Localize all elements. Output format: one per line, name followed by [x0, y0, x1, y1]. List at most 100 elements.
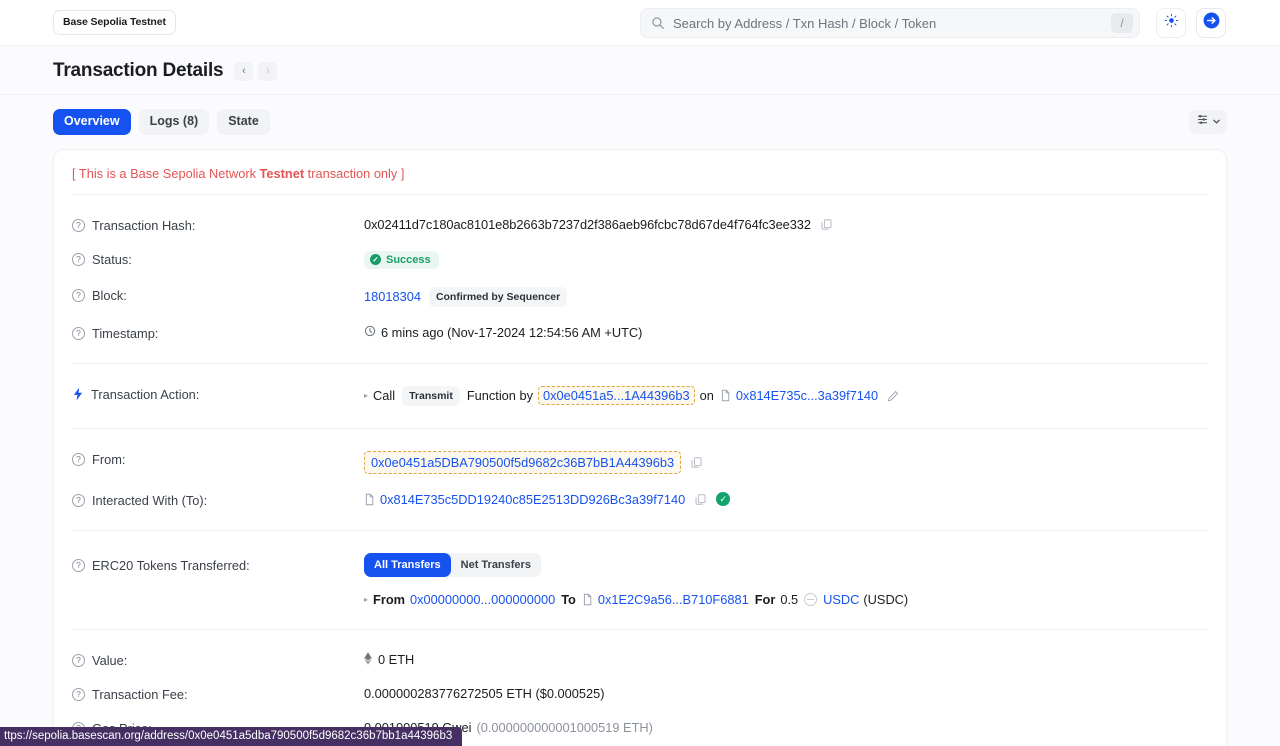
transaction-overview-card: [ This is a Base Sepolia Network Testnet…	[53, 148, 1227, 746]
transfer-token-symbol: (USDC)	[863, 591, 909, 607]
slash-shortcut-key: /	[1111, 13, 1133, 33]
row-label-timestamp: ? Timestamp:	[72, 325, 364, 341]
notice-divider	[72, 193, 1208, 195]
sign-in-button[interactable]	[1196, 8, 1226, 38]
help-icon[interactable]: ?	[72, 288, 85, 302]
testnet-notice: [ This is a Base Sepolia Network Testnet…	[54, 166, 1226, 181]
help-icon[interactable]: ?	[72, 218, 85, 232]
row-status: ? Status: ✓ Success	[54, 242, 1226, 278]
page-header: Transaction Details ‹ ›	[0, 46, 1280, 94]
tab-overview[interactable]: Overview	[53, 109, 131, 135]
row-timestamp: ? Timestamp: 6 mins ago (Nov-17-2024 12:…	[54, 316, 1226, 350]
label-text: Value:	[92, 652, 128, 668]
label-text: Status:	[92, 251, 132, 267]
row-value-interacted-with: 0x814E735c5DD19240c85E2513DD926Bc3a39f71…	[364, 492, 731, 507]
edit-pencil-icon[interactable]	[887, 390, 899, 402]
next-transaction-button[interactable]: ›	[258, 61, 278, 81]
transfer-token-link[interactable]: USDC	[823, 592, 859, 607]
erc20-transfers-body: All Transfers Net Transfers ▸ From 0x000…	[364, 552, 908, 607]
transfer-to-address-link[interactable]: 0x1E2C9a56...B710F6881	[598, 592, 749, 607]
row-from: ? From: 0x0e0451a5DBA790500f5d9682c36B7b…	[54, 442, 1226, 483]
action-from-address-link[interactable]: 0x0e0451a5...1A44396b3	[537, 386, 695, 406]
tab-list: Overview Logs (8) State	[53, 109, 270, 135]
clock-icon	[364, 325, 376, 340]
check-circle-icon: ✓	[370, 254, 381, 266]
action-call-word: Call	[373, 388, 396, 404]
token-logo-icon	[804, 592, 818, 606]
row-value-transaction-hash: 0x02411d7c180ac8101e8b2663b7237d2f386aeb…	[364, 217, 833, 232]
sign-in-icon	[1202, 11, 1221, 35]
filter-all-transfers[interactable]: All Transfers	[364, 552, 451, 577]
testnet-notice-prefix: [ This is a Base Sepolia Network	[72, 165, 260, 181]
row-value-eth-value: 0 ETH	[364, 651, 415, 668]
status-badge: ✓ Success	[364, 250, 439, 269]
transfer-from-word: From	[373, 591, 406, 607]
section-divider-3	[72, 529, 1208, 531]
label-text: From:	[92, 451, 126, 467]
label-text: Interacted With (To):	[92, 492, 208, 508]
from-address-link[interactable]: 0x0e0451a5DBA790500f5d9682c36B7bB1A44396…	[364, 450, 682, 474]
transfer-filter-group: All Transfers Net Transfers	[364, 552, 541, 577]
status-text: Success	[386, 253, 431, 266]
to-address-link[interactable]: 0x814E735c5DD19240c85E2513DD926Bc3a39f71…	[380, 492, 685, 507]
tab-state[interactable]: State	[217, 109, 270, 135]
value-amount: 0 ETH	[378, 652, 415, 668]
label-text: Transaction Action:	[91, 386, 200, 402]
help-icon[interactable]: ?	[72, 687, 85, 701]
block-confirmation-chip: Confirmed by Sequencer	[428, 286, 568, 307]
search-bar[interactable]: /	[640, 8, 1140, 38]
sun-icon	[1164, 13, 1179, 33]
help-icon[interactable]: ?	[72, 252, 85, 266]
transfer-row: ▸ From 0x00000000...000000000 To 0x1E2C9…	[364, 592, 908, 607]
help-icon[interactable]: ?	[72, 326, 85, 340]
help-icon[interactable]: ?	[72, 493, 85, 507]
record-navigation: ‹ ›	[234, 61, 278, 81]
tab-bar: Overview Logs (8) State	[0, 95, 1280, 135]
action-function-by-text: Function by	[466, 388, 533, 404]
view-options-button[interactable]	[1189, 109, 1227, 134]
tab-logs[interactable]: Logs (8)	[138, 109, 210, 135]
help-icon[interactable]: ?	[72, 452, 85, 466]
search-input[interactable]	[665, 15, 1111, 31]
expand-caret-icon[interactable]: ▸	[364, 595, 368, 604]
section-divider-4	[72, 628, 1208, 630]
copy-icon[interactable]	[690, 456, 703, 469]
search-icon	[651, 16, 665, 30]
expand-caret-icon[interactable]: ▸	[364, 391, 368, 400]
row-label-erc20-transfers: ? ERC20 Tokens Transferred:	[72, 553, 364, 573]
row-value: ? Value: 0 ETH	[54, 643, 1226, 677]
row-value-timestamp: 6 mins ago (Nov-17-2024 12:54:56 AM +UTC…	[364, 325, 642, 340]
previous-transaction-button[interactable]: ‹	[234, 61, 254, 81]
network-selector-chip[interactable]: Base Sepolia Testnet	[53, 10, 176, 35]
theme-toggle-button[interactable]	[1156, 8, 1186, 38]
action-contract-address-link[interactable]: 0x814E735c...3a39f7140	[736, 388, 878, 403]
row-label-transaction-hash: ? Transaction Hash:	[72, 217, 364, 233]
gas-price-eth-value: (0.000000000001000519 ETH)	[476, 719, 653, 735]
row-label-transaction-action: Transaction Action:	[72, 386, 364, 403]
testnet-notice-emphasis: Testnet	[259, 165, 305, 181]
row-label-transaction-fee: ? Transaction Fee:	[72, 686, 364, 702]
section-divider-1	[72, 362, 1208, 364]
verified-contract-icon: ✓	[716, 492, 731, 507]
filter-net-transfers[interactable]: Net Transfers	[451, 553, 541, 577]
transfer-to-word: To	[561, 591, 576, 607]
block-number-link[interactable]: 18018304	[364, 289, 421, 304]
row-erc20-transfers: ? ERC20 Tokens Transferred: All Transfer…	[54, 544, 1226, 616]
ethereum-icon	[364, 651, 372, 668]
help-icon[interactable]: ?	[72, 653, 85, 667]
contract-document-icon	[364, 493, 375, 506]
row-value-from: 0x0e0451a5DBA790500f5d9682c36B7bB1A44396…	[364, 450, 703, 474]
row-block: ? Block: 18018304 Confirmed by Sequencer	[54, 278, 1226, 316]
lightning-bolt-icon	[72, 387, 84, 403]
contract-document-icon	[582, 593, 593, 606]
row-value-block: 18018304 Confirmed by Sequencer	[364, 286, 568, 307]
copy-icon[interactable]	[694, 493, 707, 506]
transfer-from-address-link[interactable]: 0x00000000...000000000	[410, 592, 555, 607]
transaction-hash-value: 0x02411d7c180ac8101e8b2663b7237d2f386aeb…	[364, 216, 811, 232]
help-icon[interactable]: ?	[72, 558, 85, 572]
browser-status-bar-url: ttps://sepolia.basescan.org/address/0x0e…	[0, 727, 463, 746]
copy-icon[interactable]	[820, 218, 833, 231]
testnet-notice-suffix: transaction only ]	[304, 165, 405, 181]
row-label-from: ? From:	[72, 451, 364, 467]
top-bar: Base Sepolia Testnet /	[0, 0, 1280, 46]
